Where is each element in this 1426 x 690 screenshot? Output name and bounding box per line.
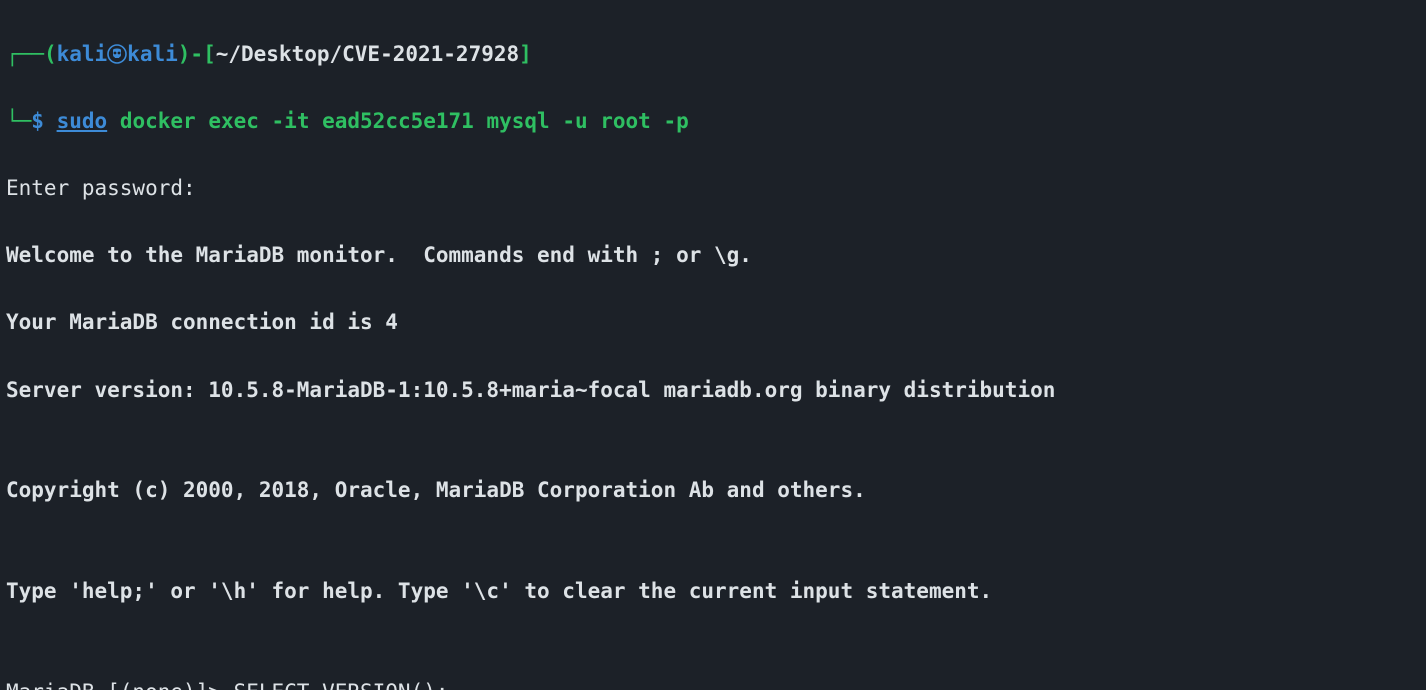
prompt-corner-top: ┌── [6,42,44,66]
output-line: Your MariaDB connection id is 4 [6,306,1420,340]
output-line: Enter password: [6,172,1420,206]
prompt-host: kali [127,42,178,66]
query-line: MariaDB [(none)]> SELECT VERSION(); [6,676,1420,690]
output-line: Copyright (c) 2000, 2018, Oracle, MariaD… [6,474,1420,508]
skull-icon [107,44,127,64]
prompt-dollar: $ [31,109,56,133]
cmd-sudo: sudo [57,109,108,133]
prompt-paren-close: ) [178,42,191,66]
prompt-line-1: ┌──(kalikali)-[~/Desktop/CVE-2021-27928] [6,38,1420,72]
prompt-user: kali [57,42,108,66]
prompt-corner-bottom: └─ [6,109,31,133]
prompt-paren-open: ( [44,42,57,66]
terminal[interactable]: ┌──(kalikali)-[~/Desktop/CVE-2021-27928]… [0,0,1426,690]
prompt-dash: - [190,42,203,66]
output-line: Type 'help;' or '\h' for help. Type '\c'… [6,575,1420,609]
prompt-cwd: ~/Desktop/CVE-2021-27928 [216,42,519,66]
output-line: Welcome to the MariaDB monitor. Commands… [6,239,1420,273]
output-line: Server version: 10.5.8-MariaDB-1:10.5.8+… [6,374,1420,408]
prompt-bracket-close: ] [519,42,532,66]
cmd-rest: docker exec -it ead52cc5e171 mysql -u ro… [107,109,689,133]
prompt-bracket-open: [ [203,42,216,66]
prompt-line-2: └─$ sudo docker exec -it ead52cc5e171 my… [6,105,1420,139]
